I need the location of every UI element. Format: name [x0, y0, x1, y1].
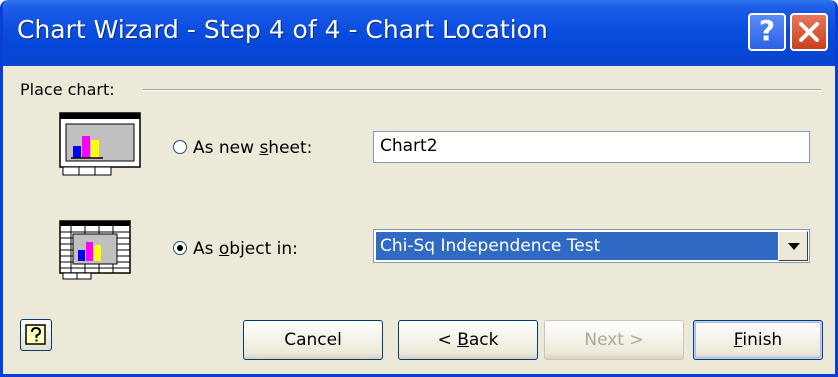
object-in-selected-value: Chi-Sq Independence Test [376, 232, 778, 260]
new-sheet-label-suffix: heet: [268, 138, 313, 158]
as-object-accel: o [218, 239, 230, 259]
as-object-label: As object in: [193, 239, 298, 259]
bar-yellow [91, 140, 99, 158]
chart-object-icon [59, 220, 131, 280]
as-object-label-suffix: bject in: [229, 239, 298, 259]
close-icon[interactable] [790, 13, 828, 51]
back-label-prefix: < [437, 330, 458, 350]
chart-sheet-icon [59, 112, 141, 176]
new-sheet-label: As new sheet: [193, 138, 312, 158]
as-object-label-prefix: As [193, 239, 219, 259]
window-title: Chart Wizard - Step 4 of 4 - Chart Locat… [17, 15, 548, 44]
finish-button[interactable]: Finish [693, 320, 823, 360]
finish-label-suffix: inish [742, 330, 783, 350]
back-accel: B [457, 330, 469, 350]
back-button[interactable]: < Back [398, 320, 538, 360]
help-question-glyph [25, 324, 46, 345]
question-icon[interactable]: ? [748, 13, 786, 51]
new-sheet-name-input[interactable]: Chart2 [373, 131, 810, 163]
back-label-suffix: ack [468, 330, 499, 350]
new-sheet-radio[interactable] [173, 140, 187, 154]
bar-blue [73, 146, 81, 158]
title-bar[interactable]: Chart Wizard - Step 4 of 4 - Chart Locat… [3, 0, 835, 66]
object-bar-blue [78, 250, 85, 261]
object-bar-yellow [94, 245, 101, 261]
cancel-button[interactable]: Cancel [243, 320, 383, 360]
help-icon[interactable] [20, 319, 52, 351]
object-in-select[interactable]: Chi-Sq Independence Test [373, 229, 810, 263]
close-x-glyph [799, 22, 819, 42]
chevron-down-icon[interactable] [778, 231, 808, 261]
group-divider [143, 89, 821, 91]
place-chart-label: Place chart: [20, 80, 115, 99]
chart-wizard-dialog: Chart Wizard - Step 4 of 4 - Chart Locat… [0, 0, 838, 377]
next-button[interactable]: Next > [544, 320, 684, 360]
as-object-radio[interactable] [173, 241, 187, 255]
object-bar-magenta [86, 242, 93, 261]
new-sheet-label-prefix: As new [193, 138, 260, 158]
bar-magenta [82, 136, 90, 158]
new-sheet-accel: s [259, 138, 269, 158]
